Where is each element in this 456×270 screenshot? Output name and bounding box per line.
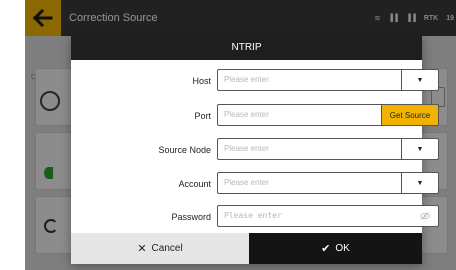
close-icon: ✕	[137, 243, 147, 255]
caret-down-icon: ▼	[416, 76, 424, 84]
host-row: Host Please enter ▼	[71, 68, 439, 94]
ok-button[interactable]: ✔ OK	[249, 233, 422, 264]
password-input[interactable]: Please enter	[217, 205, 439, 227]
caret-down-icon: ▼	[416, 179, 424, 187]
source-node-input[interactable]: Please enter ▼	[217, 138, 439, 160]
ntrip-dialog: NTRIP Host Please enter ▼ Port Please en…	[71, 36, 439, 264]
host-placeholder: Please enter	[224, 75, 269, 84]
host-dropdown-button[interactable]: ▼	[401, 70, 438, 90]
source-node-dropdown-button[interactable]: ▼	[401, 139, 438, 159]
account-label: Account	[178, 179, 211, 189]
check-icon: ✔	[321, 243, 331, 255]
source-node-row: Source Node Please enter ▼	[71, 137, 439, 163]
source-node-label: Source Node	[158, 145, 211, 155]
password-placeholder: Please enter	[224, 211, 282, 220]
port-row: Port Please enter Get Source	[71, 103, 439, 129]
port-label: Port	[194, 111, 211, 121]
account-input[interactable]: Please enter ▼	[217, 172, 439, 194]
account-row: Account Please enter ▼	[71, 171, 439, 197]
password-row: Password Please enter	[71, 204, 439, 230]
port-input[interactable]: Please enter Get Source	[217, 104, 439, 126]
port-placeholder: Please enter	[224, 110, 269, 119]
source-node-placeholder: Please enter	[224, 144, 269, 153]
host-label: Host	[192, 76, 211, 86]
account-placeholder: Please enter	[224, 178, 269, 187]
host-input[interactable]: Please enter ▼	[217, 69, 439, 91]
account-dropdown-button[interactable]: ▼	[401, 173, 438, 193]
dialog-title: NTRIP	[71, 36, 422, 60]
cancel-button[interactable]: ✕ Cancel	[71, 233, 249, 264]
password-label: Password	[171, 212, 211, 222]
cancel-label: Cancel	[151, 243, 183, 254]
dialog-footer: ✕ Cancel ✔ OK	[71, 233, 422, 264]
ok-label: OK	[335, 243, 350, 254]
screen: Correction Source ≈ ▐▐ ▐▐ RTK 19 Corre N…	[25, 0, 456, 270]
caret-down-icon: ▼	[416, 145, 424, 153]
get-source-button[interactable]: Get Source	[381, 104, 439, 126]
eye-off-icon[interactable]	[420, 211, 430, 221]
